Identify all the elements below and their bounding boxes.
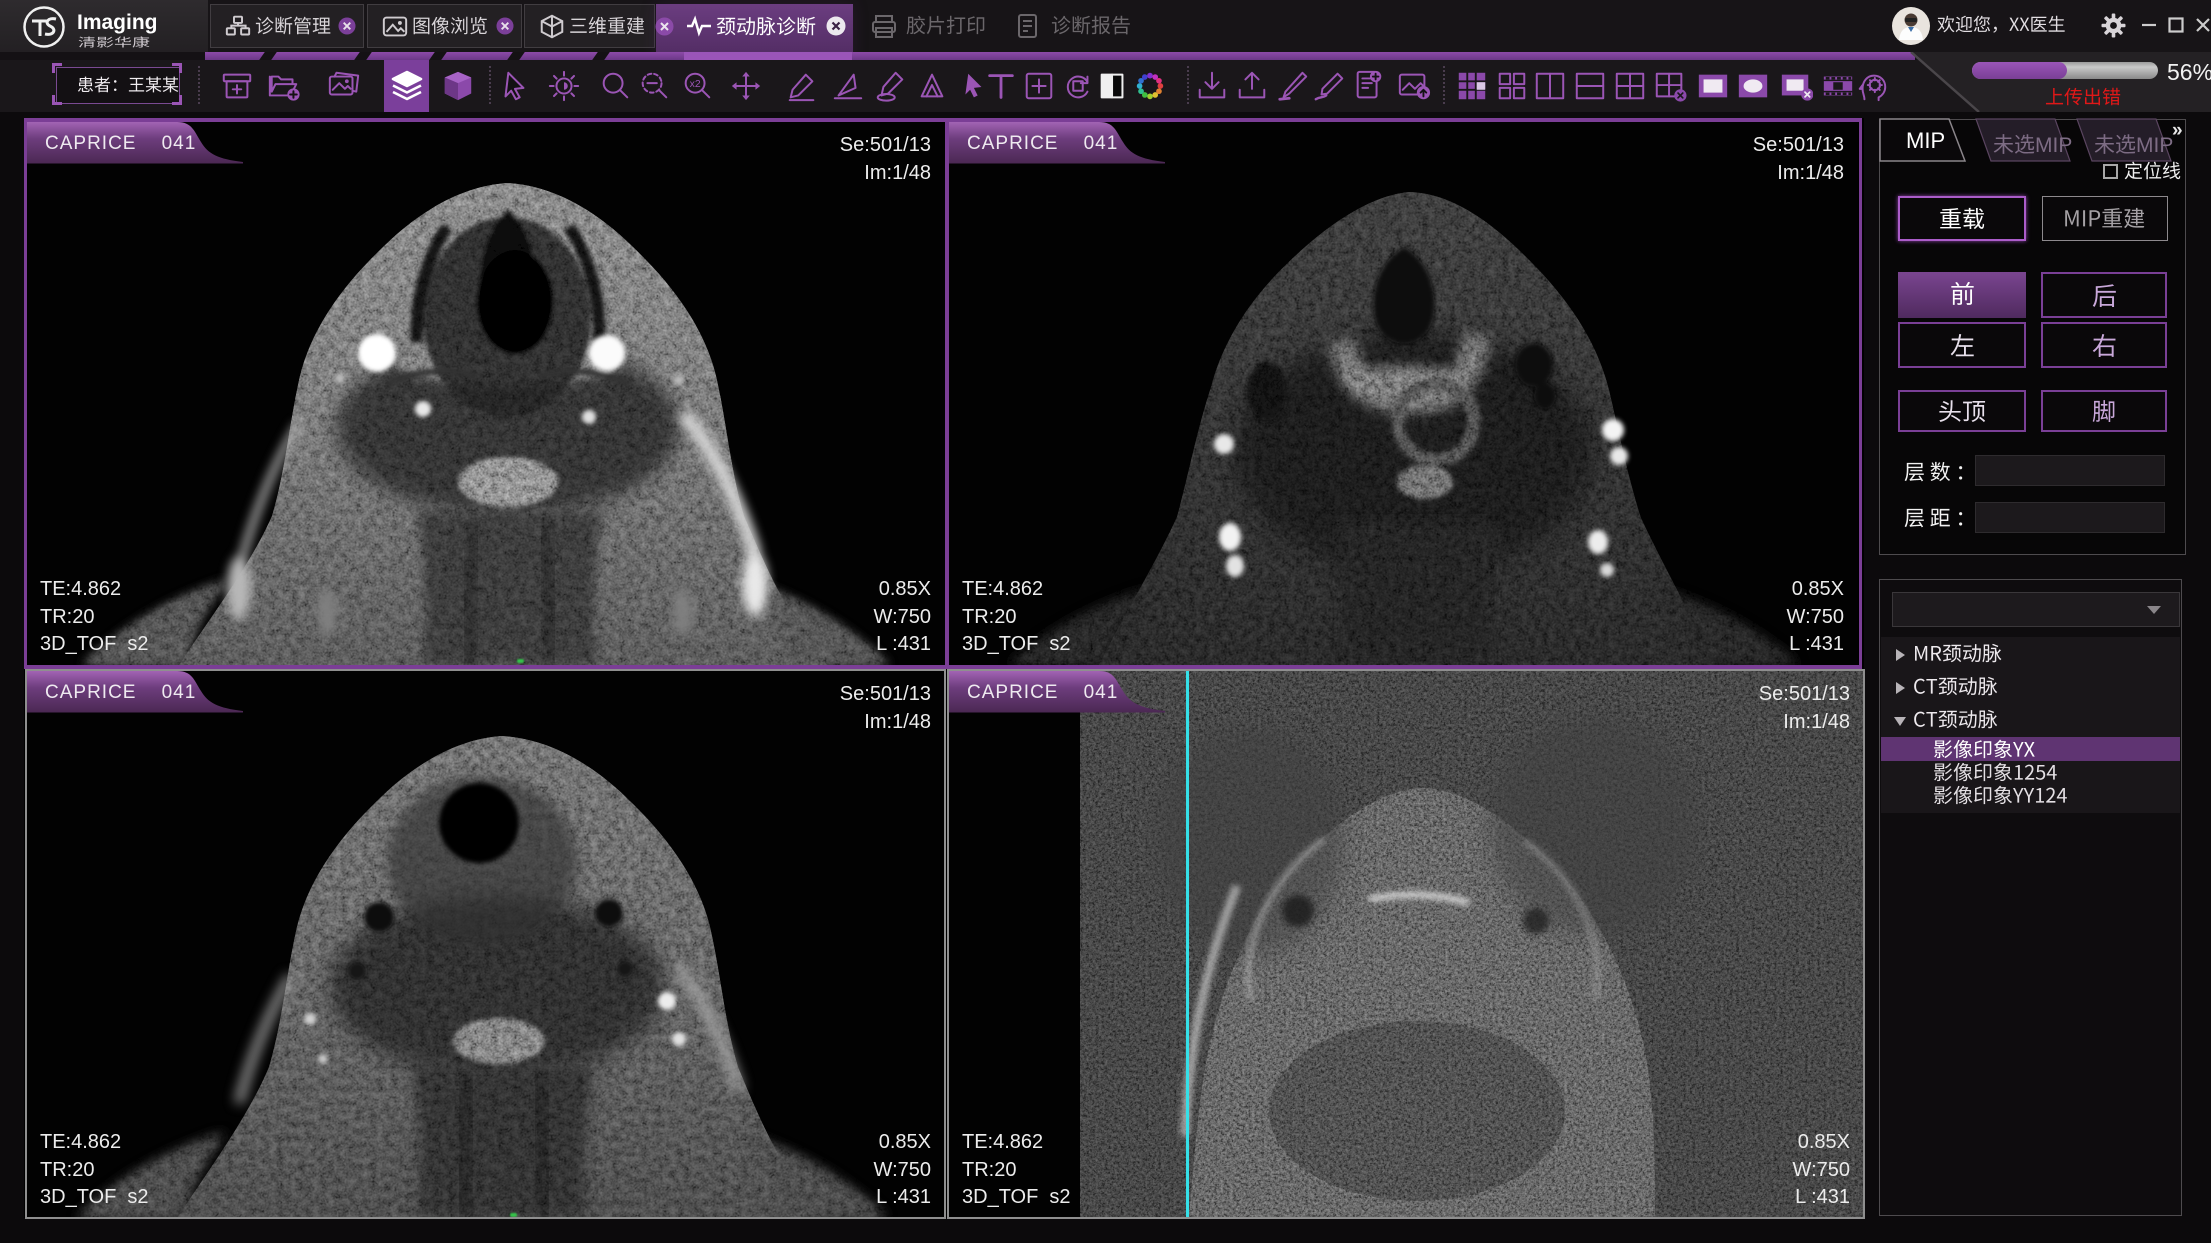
svg-text:x2: x2	[690, 79, 701, 90]
